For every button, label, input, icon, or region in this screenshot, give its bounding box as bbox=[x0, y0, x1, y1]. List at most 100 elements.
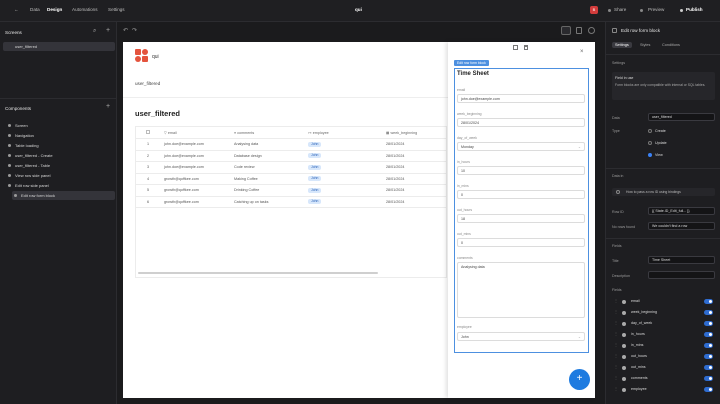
week-beginning-field[interactable]: 28/01/2024 bbox=[457, 118, 585, 127]
top-bar: ← Data Design Automations Settings qui B… bbox=[0, 0, 720, 22]
radio-create[interactable] bbox=[648, 129, 652, 133]
preview-icon bbox=[640, 9, 643, 12]
delete-icon[interactable] bbox=[524, 45, 528, 50]
tab-settings[interactable]: Settings bbox=[108, 7, 125, 12]
component-item[interactable]: View row side panel bbox=[6, 171, 115, 180]
component-icon bbox=[8, 164, 11, 167]
horizontal-scrollbar[interactable] bbox=[138, 272, 378, 274]
field-list-item[interactable]: ⋮ day_of_week bbox=[612, 319, 715, 329]
table-row[interactable]: 5 growth@qoffkee.com Drinking Coffee Joh… bbox=[136, 184, 446, 197]
component-item[interactable]: Edit row side panel bbox=[6, 181, 115, 190]
panel-title: Edit row form block bbox=[621, 28, 661, 33]
publish-button[interactable]: Publish bbox=[686, 7, 703, 12]
avatar[interactable]: B bbox=[590, 6, 598, 14]
component-item[interactable]: user_filtered - Table bbox=[6, 161, 115, 170]
in-hours-field[interactable]: 10 bbox=[457, 166, 585, 175]
table-row[interactable]: 6 growth@qoffkee.com Catching up on task… bbox=[136, 196, 446, 208]
notice-text: Form blocks are only compatible with int… bbox=[615, 83, 706, 87]
publish-icon bbox=[680, 9, 683, 12]
employee-badge: John bbox=[308, 176, 322, 182]
redo-icon[interactable]: ↷ bbox=[132, 27, 137, 34]
field-label: in_mins bbox=[457, 184, 469, 188]
tab-automations[interactable]: Automations bbox=[72, 7, 98, 12]
table-row[interactable]: 4 growth@qoffkee.com Making Coffee John … bbox=[136, 173, 446, 185]
component-item[interactable]: user_filtered - Create bbox=[6, 151, 115, 160]
desktop-view-icon[interactable] bbox=[561, 26, 571, 35]
column-header[interactable]: ≡ comments bbox=[230, 127, 304, 139]
out-mins-field[interactable]: 0 bbox=[457, 238, 585, 247]
back-arrow-icon[interactable]: ← bbox=[14, 7, 19, 12]
share-button[interactable]: Share bbox=[614, 7, 626, 12]
column-header[interactable]: ▽ email bbox=[160, 127, 230, 139]
add-screen-icon[interactable]: + bbox=[106, 27, 110, 34]
data-table: ▽ email ≡ comments ⊶ employee ▦ week_beg… bbox=[135, 126, 447, 278]
table-row[interactable]: 3 john.doe@example.com Code review John … bbox=[136, 161, 446, 174]
component-item-selected[interactable]: Edit row form block bbox=[12, 191, 115, 200]
chevron-down-icon: ⌄ bbox=[577, 145, 581, 149]
field-list-item[interactable]: ⋮ out_hours bbox=[612, 352, 715, 362]
add-fab-button[interactable]: + bbox=[569, 369, 590, 390]
radio-update[interactable] bbox=[648, 141, 652, 145]
email-field[interactable]: john.doe@example.com bbox=[457, 94, 585, 103]
undo-icon[interactable]: ↶ bbox=[123, 27, 128, 34]
component-item[interactable]: Table loading bbox=[6, 141, 115, 150]
component-icon bbox=[8, 154, 11, 157]
tab-design[interactable]: Design bbox=[47, 7, 62, 12]
field-list-item[interactable]: ⋮ email bbox=[612, 297, 715, 307]
column-header[interactable]: ▦ week_beginning bbox=[382, 127, 446, 139]
field-list-item[interactable]: ⋮ out_mins bbox=[612, 363, 715, 373]
table-row[interactable]: 1 john.doe@example.com Analysing data Jo… bbox=[136, 138, 446, 151]
title-input[interactable]: Time Sheet bbox=[648, 256, 715, 264]
add-component-icon[interactable]: + bbox=[106, 103, 110, 110]
employee-badge: John bbox=[308, 164, 322, 170]
field-toggle[interactable] bbox=[704, 332, 713, 337]
form-block[interactable]: Edit row form block Time Sheet email joh… bbox=[454, 60, 589, 353]
day-of-week-select[interactable]: Monday ⌄ bbox=[457, 142, 585, 151]
no-rows-input[interactable]: We couldn't find a row bbox=[648, 222, 715, 230]
field-list-item[interactable]: ⋮ in_mins bbox=[612, 341, 715, 351]
section-settings: Settings bbox=[612, 61, 625, 65]
field-toggle[interactable] bbox=[704, 376, 713, 381]
radio-view[interactable] bbox=[648, 153, 652, 157]
share-icon bbox=[608, 9, 611, 12]
preview-button[interactable]: Preview bbox=[648, 7, 664, 12]
close-icon[interactable]: × bbox=[580, 49, 584, 55]
out-hours-field[interactable]: 18 bbox=[457, 214, 585, 223]
description-input[interactable] bbox=[648, 271, 715, 279]
theme-icon[interactable] bbox=[588, 27, 595, 34]
component-item[interactable]: Navigation bbox=[6, 131, 115, 140]
screen-item[interactable]: user_filtered bbox=[3, 42, 115, 51]
field-toggle[interactable] bbox=[704, 343, 713, 348]
mobile-view-icon[interactable] bbox=[576, 27, 582, 34]
field-list-item[interactable]: ⋮ employee bbox=[612, 385, 715, 395]
field-toggle[interactable] bbox=[704, 365, 713, 370]
field-toggle[interactable] bbox=[704, 354, 713, 359]
help-link[interactable]: How to pass a row ID using bindings bbox=[612, 188, 715, 196]
field-toggle[interactable] bbox=[704, 299, 713, 304]
field-toggle[interactable] bbox=[704, 310, 713, 315]
employee-select[interactable]: John ⌄ bbox=[457, 332, 585, 341]
form-block-icon bbox=[612, 28, 617, 33]
nav-link[interactable]: user_filtered bbox=[135, 81, 160, 86]
comments-textarea[interactable]: Analysing data bbox=[457, 262, 585, 318]
app-logo bbox=[135, 49, 148, 62]
tab-styles[interactable]: Styles bbox=[640, 43, 650, 47]
tab-settings[interactable]: Settings bbox=[612, 42, 632, 48]
field-toggle[interactable] bbox=[704, 387, 713, 392]
duplicate-icon[interactable] bbox=[513, 45, 518, 50]
in-mins-field[interactable]: 0 bbox=[457, 190, 585, 199]
tab-conditions[interactable]: Conditions bbox=[662, 43, 680, 47]
data-source-select[interactable]: user_filtered bbox=[648, 113, 715, 121]
field-list-item[interactable]: ⋮ comments bbox=[612, 374, 715, 384]
component-item[interactable]: Screen bbox=[6, 121, 115, 130]
column-header[interactable]: ⊶ employee bbox=[304, 127, 382, 139]
field-list-item[interactable]: ⋮ week_beginning bbox=[612, 308, 715, 318]
tab-data[interactable]: Data bbox=[30, 7, 40, 12]
field-list-item[interactable]: ⋮ in_hours bbox=[612, 330, 715, 340]
table-row[interactable]: 2 john.doe@example.com Database design J… bbox=[136, 150, 446, 162]
field-label: comments bbox=[457, 256, 473, 260]
search-icon[interactable]: ⌕ bbox=[93, 28, 96, 35]
field-toggle[interactable] bbox=[704, 321, 713, 326]
row-id-input[interactable]: {{ State.ID_Edit_full... }} bbox=[648, 207, 715, 215]
select-all-checkbox[interactable] bbox=[136, 127, 160, 139]
